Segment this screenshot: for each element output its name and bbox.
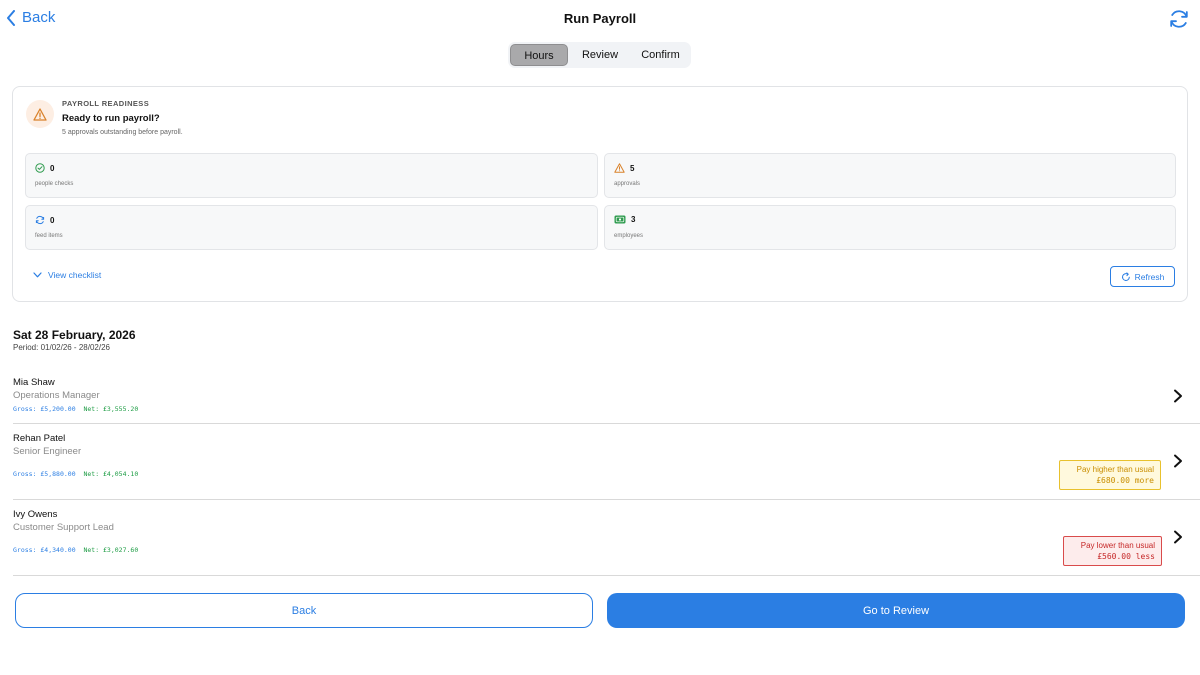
- check-circle-icon: [35, 163, 45, 173]
- stat-value: 0: [50, 215, 55, 225]
- warning-icon: [614, 163, 625, 173]
- tab-confirm[interactable]: Confirm: [632, 44, 689, 66]
- net-pay: Net: £3,027.60: [83, 546, 139, 554]
- flag-title: Pay lower than usual: [1080, 541, 1155, 550]
- employee-role: Operations Manager: [13, 390, 100, 401]
- stat-label: people checks: [35, 181, 74, 187]
- net-pay: Net: £3,555.20: [83, 405, 139, 413]
- stat-value: 5: [630, 163, 635, 173]
- employee-pay: Gross: £5,200.00 Net: £3,555.20: [13, 405, 138, 413]
- tab-review[interactable]: Review: [568, 44, 632, 66]
- stat-label: approvals: [614, 181, 641, 187]
- chevron-right-icon: [1174, 389, 1182, 403]
- pay-date: Sat 28 February, 2026: [13, 328, 136, 342]
- page-title: Run Payroll: [563, 11, 637, 26]
- employee-row-ivy-owens[interactable]: Ivy Owens Customer Support Lead Gross: £…: [0, 500, 1200, 575]
- employee-name: Ivy Owens: [13, 509, 58, 520]
- gross-pay: Gross: £5,880.00: [13, 470, 76, 478]
- gross-pay: Gross: £4,340.00: [13, 546, 76, 554]
- back-button[interactable]: Back: [15, 593, 593, 628]
- readiness-warning-badge: [26, 100, 54, 128]
- stat-approvals: 5 approvals: [604, 153, 1176, 198]
- stat-value: 3: [631, 215, 636, 224]
- gross-pay: Gross: £5,200.00: [13, 405, 76, 413]
- top-bar: Back Run Payroll: [0, 0, 1200, 40]
- flag-amount: £560.00 less: [1097, 552, 1155, 561]
- employee-row-mia-shaw[interactable]: Mia Shaw Operations Manager Gross: £5,20…: [0, 370, 1200, 424]
- pay-lower-flag: Pay lower than usual £560.00 less: [1063, 536, 1162, 566]
- chevron-right-icon: [1174, 454, 1182, 468]
- view-checklist-toggle[interactable]: View checklist: [33, 270, 101, 280]
- net-pay: Net: £4,054.10: [83, 470, 139, 478]
- employee-name: Mia Shaw: [13, 377, 55, 388]
- flag-amount: £680.00 more: [1096, 476, 1154, 485]
- employee-name: Rehan Patel: [13, 433, 66, 444]
- employee-role: Customer Support Lead: [13, 522, 114, 533]
- go-to-review-button[interactable]: Go to Review: [607, 593, 1185, 628]
- tab-hours[interactable]: Hours: [510, 44, 568, 66]
- readiness-kicker: PAYROLL READINESS: [62, 99, 150, 108]
- readiness-subtitle: 5 approvals outstanding before payroll.: [62, 129, 183, 136]
- step-tabs: Hours Review Confirm: [508, 42, 691, 68]
- refresh-button[interactable]: Refresh: [1110, 266, 1175, 287]
- refresh-icon[interactable]: [1167, 7, 1191, 31]
- sync-icon: [35, 215, 45, 225]
- row-divider: [13, 575, 1200, 576]
- readiness-title: Ready to run payroll?: [62, 113, 160, 124]
- employee-pay: Gross: £5,880.00 Net: £4,054.10: [13, 470, 138, 478]
- stat-people-checks: 0 people checks: [25, 153, 598, 198]
- refresh-icon: [1121, 271, 1130, 281]
- pay-period: Period: 01/02/26 - 28/02/26: [13, 343, 110, 352]
- stat-value: 0: [50, 163, 55, 173]
- employee-row-rehan-patel[interactable]: Rehan Patel Senior Engineer Gross: £5,88…: [0, 424, 1200, 499]
- stat-feed-items: 0 feed items: [25, 205, 598, 250]
- stat-label: feed items: [35, 233, 63, 239]
- stat-label: employees: [614, 233, 644, 239]
- chevron-right-icon: [1174, 530, 1182, 544]
- view-checklist-label: View checklist: [48, 270, 102, 280]
- employee-pay: Gross: £4,340.00 Net: £3,027.60: [13, 546, 138, 554]
- money-icon: [614, 215, 626, 224]
- employee-role: Senior Engineer: [13, 446, 82, 457]
- flag-title: Pay higher than usual: [1076, 465, 1154, 474]
- stat-employees: 3 employees: [604, 205, 1176, 250]
- warning-icon: [33, 107, 47, 121]
- refresh-button-label: Refresh: [1134, 271, 1165, 282]
- payroll-readiness-card: PAYROLL READINESS Ready to run payroll? …: [12, 86, 1188, 302]
- pay-higher-flag: Pay higher than usual £680.00 more: [1059, 460, 1161, 490]
- chevron-down-icon: [33, 272, 42, 278]
